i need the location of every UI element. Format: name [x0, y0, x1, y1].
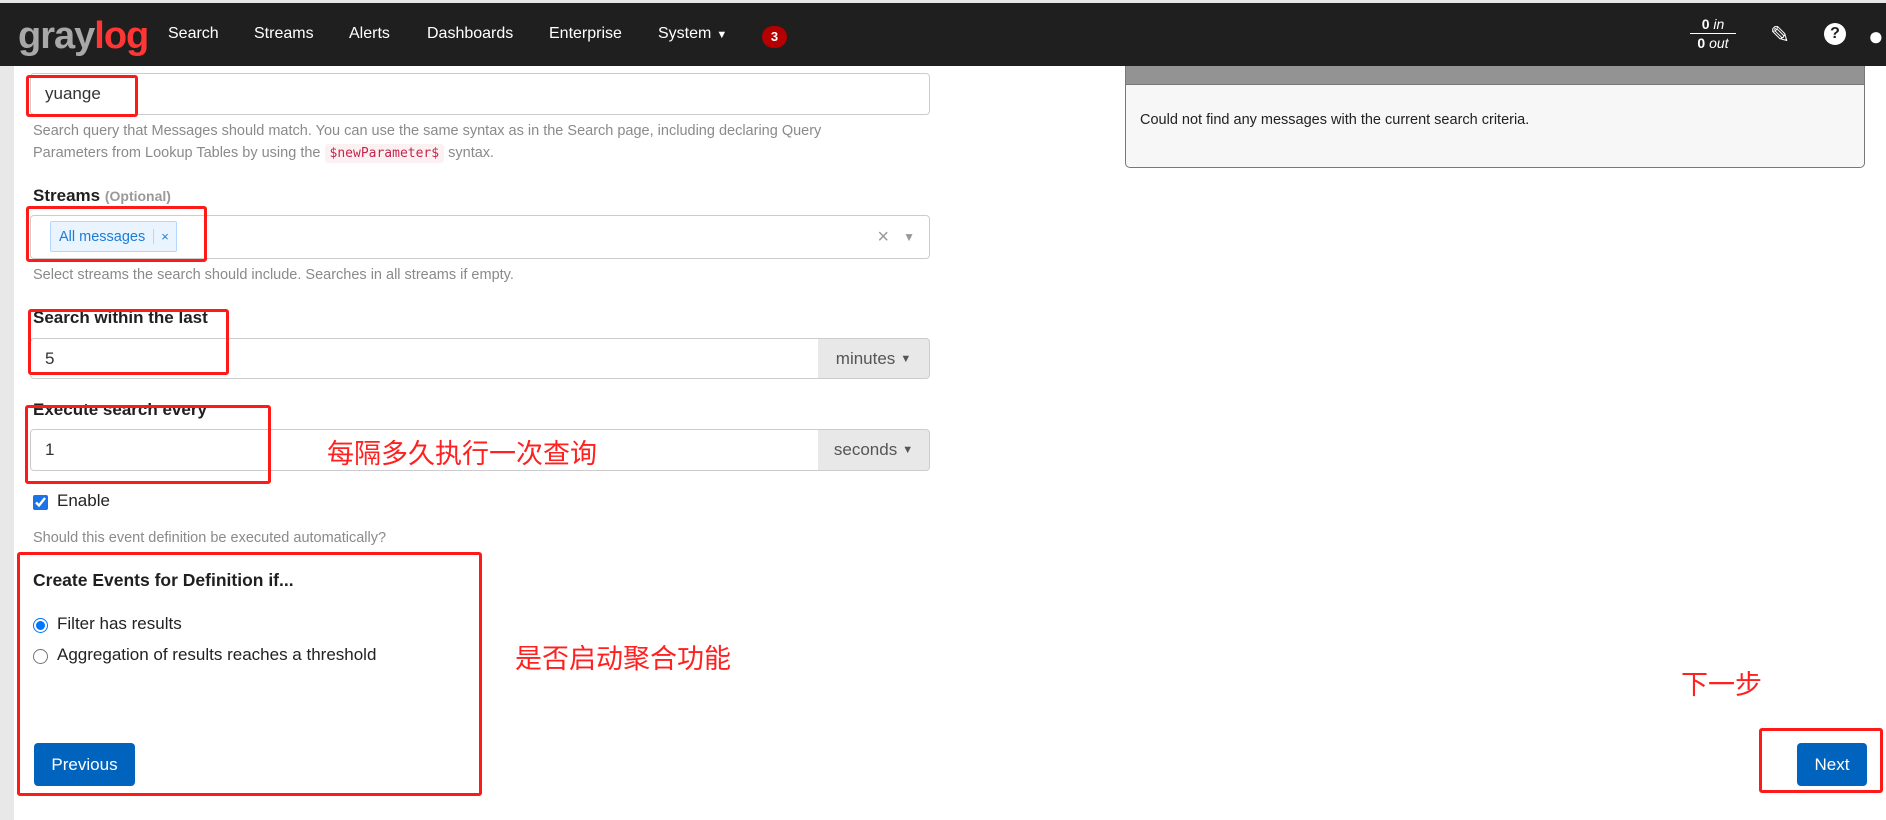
user-icon[interactable]: ● — [1868, 21, 1884, 52]
navbar: graylog Search Streams Alerts Dashboards… — [0, 3, 1886, 66]
annotation-box — [26, 75, 138, 117]
query-input[interactable]: yuange — [30, 73, 930, 115]
search-within-unit-dropdown[interactable]: minutes ▼ — [818, 338, 930, 379]
annotation-box — [28, 309, 229, 375]
in-value: 0 — [1701, 16, 1710, 32]
nav-system[interactable]: System ▼ — [658, 25, 727, 43]
annotation-aggregation-note: 是否启动聚合功能 — [515, 644, 731, 675]
chevron-down-icon[interactable]: ▼ — [903, 230, 915, 244]
annotation-box — [25, 405, 271, 484]
enable-help: Should this event definition be executed… — [33, 530, 387, 546]
enable-checkbox[interactable] — [33, 495, 48, 510]
annotation-box — [1759, 728, 1883, 793]
nav-system-label: System — [658, 25, 712, 42]
in-label: in — [1713, 16, 1725, 32]
preview-header — [1126, 66, 1864, 85]
streams-help: Select streams the search should include… — [33, 267, 514, 283]
nav-streams[interactable]: Streams — [254, 25, 314, 43]
query-help: Search query that Messages should match.… — [33, 120, 821, 165]
nav-alerts[interactable]: Alerts — [349, 25, 390, 43]
annotation-box — [26, 206, 207, 262]
annotation-next-note: 下一步 — [1681, 670, 1762, 701]
caret-down-icon: ▼ — [902, 444, 914, 456]
query-help-end: syntax. — [448, 145, 495, 161]
unit-label: seconds — [833, 440, 898, 459]
out-value: 0 — [1697, 35, 1706, 51]
preview-message: Could not find any messages with the cur… — [1140, 112, 1530, 128]
query-help-line2: Parameters from Lookup Tables by using t… — [33, 145, 321, 161]
nav-enterprise[interactable]: Enterprise — [549, 25, 622, 43]
preview-panel: Could not find any messages with the cur… — [1125, 66, 1865, 168]
annotation-execute-note: 每隔多久执行一次查询 — [327, 439, 597, 470]
parameter-code: $newParameter$ — [324, 144, 445, 163]
optional-label: (Optional) — [104, 188, 171, 204]
streams-label: Streams (Optional) — [33, 186, 171, 206]
nav-search[interactable]: Search — [168, 25, 219, 43]
streams-label-text: Streams — [33, 186, 101, 205]
nav-dashboards[interactable]: Dashboards — [427, 25, 513, 43]
notification-badge[interactable]: 3 — [762, 26, 787, 48]
annotation-box — [17, 552, 482, 796]
enable-label: Enable — [57, 491, 110, 510]
caret-down-icon: ▼ — [900, 352, 912, 365]
left-border — [0, 66, 14, 820]
execute-every-unit-dropdown[interactable]: seconds ▼ — [818, 429, 930, 471]
graylog-logo[interactable]: graylog — [18, 15, 149, 58]
throughput-indicator: 0 in 0 out — [1690, 15, 1736, 52]
unit-label: minutes — [835, 348, 896, 368]
help-icon[interactable]: ? — [1824, 23, 1846, 45]
caret-down-icon: ▼ — [716, 29, 728, 41]
clear-icon[interactable]: × — [877, 226, 889, 249]
edit-icon[interactable]: ✎ — [1770, 21, 1790, 50]
out-label: out — [1709, 35, 1729, 51]
query-help-line1: Search query that Messages should match.… — [33, 123, 822, 139]
